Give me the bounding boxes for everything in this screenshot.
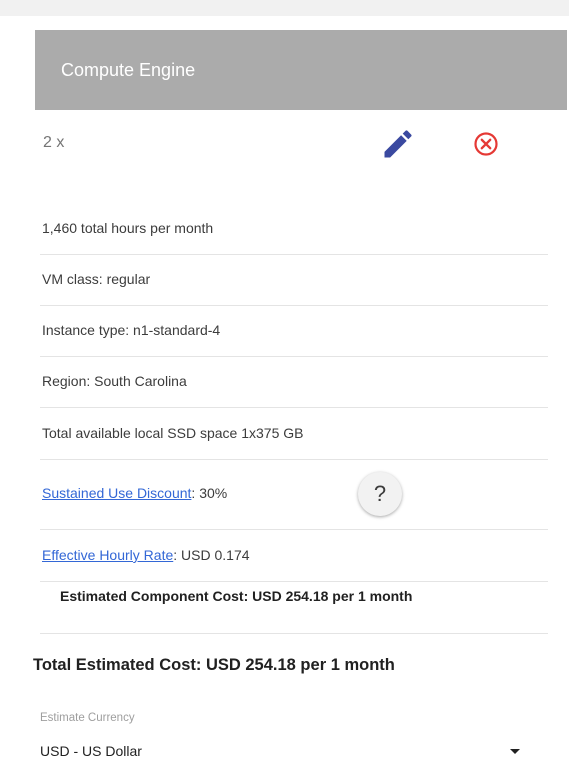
card-header-title: Compute Engine [35, 30, 567, 110]
edit-button[interactable] [380, 126, 416, 162]
detail-region-text: Region: South Carolina [42, 373, 187, 389]
sustained-use-row: Sustained Use Discount: 30% ? [40, 460, 548, 530]
dropdown-arrow-icon [510, 749, 520, 754]
total-estimated-cost: Total Estimated Cost: USD 254.18 per 1 m… [33, 656, 395, 674]
remove-button[interactable] [468, 126, 504, 162]
detail-local-ssd-text: Total available local SSD space 1x375 GB [42, 425, 304, 441]
effective-hourly-rate-link[interactable]: Effective Hourly Rate [42, 547, 173, 563]
sustained-use-discount-link[interactable]: Sustained Use Discount [42, 485, 191, 501]
estimated-component-cost: Estimated Component Cost: USD 254.18 per… [40, 582, 548, 634]
detail-instance-type: Instance type: n1-standard-4 [40, 306, 548, 357]
pencil-icon [384, 130, 412, 158]
quantity-row: 2 x [40, 120, 548, 168]
quantity-text: 2 x [43, 134, 65, 151]
detail-vm-class-text: VM class: regular [42, 271, 151, 287]
detail-total-hours-text: 1,460 total hours per month [42, 220, 214, 236]
detail-region: Region: South Carolina [40, 357, 548, 408]
detail-vm-class: VM class: regular [40, 255, 548, 306]
page: Compute Engine 2 x 1,460 total hours per… [0, 0, 569, 778]
currency-selected-value: USD - US Dollar [40, 743, 142, 759]
help-button[interactable]: ? [358, 472, 402, 516]
detail-total-hours: 1,460 total hours per month [40, 203, 548, 255]
effective-hourly-rate-value: : USD 0.174 [173, 547, 250, 563]
currency-label: Estimate Currency [40, 712, 135, 724]
top-strip [0, 0, 569, 16]
effective-rate-row: Effective Hourly Rate: USD 0.174 [40, 530, 548, 582]
currency-select[interactable]: USD - US Dollar [38, 735, 528, 769]
detail-local-ssd: Total available local SSD space 1x375 GB [40, 408, 548, 460]
close-circle-icon [474, 132, 498, 156]
sustained-use-discount-value: : 30% [191, 485, 228, 501]
detail-instance-type-text: Instance type: n1-standard-4 [42, 322, 221, 338]
